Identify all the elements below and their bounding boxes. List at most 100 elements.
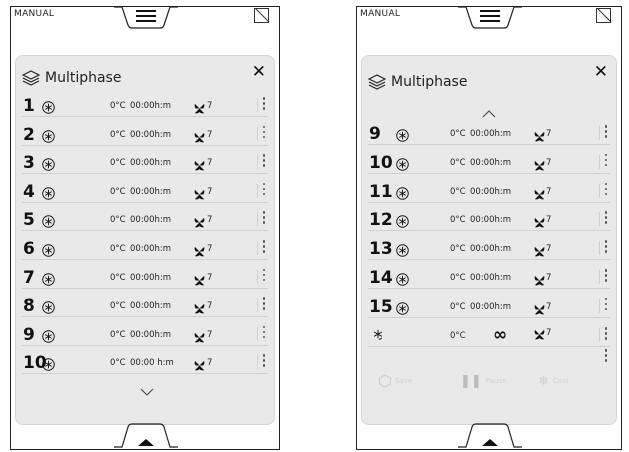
kebab-icon[interactable] — [604, 240, 608, 255]
cool-action-button[interactable]: ❄ Cool — [538, 370, 568, 392]
kebab-icon[interactable] — [604, 182, 608, 198]
phase-temperature: 0°C — [110, 215, 126, 226]
phase-temperature: 0°C — [450, 244, 466, 255]
kebab-icon[interactable] — [604, 349, 608, 364]
kebab-icon[interactable] — [262, 97, 266, 112]
kebab-icon[interactable] — [604, 327, 608, 342]
phase-row[interactable]: 5 0°C 00:00h:m 7 — [22, 208, 268, 232]
fan-speed: 7 — [546, 129, 552, 139]
menu-icon[interactable] — [136, 10, 156, 22]
empty-row — [368, 349, 610, 364]
phase-row[interactable]: 7 0°C 00:00h:m 7 — [22, 266, 268, 289]
fan-speed: 7 — [207, 129, 213, 140]
phase-row[interactable]: 10 0°C 00:00h:m 7 — [368, 151, 610, 174]
phase-temperature: 0°C — [450, 157, 466, 168]
kebab-icon[interactable] — [262, 240, 266, 255]
arrow-up-icon[interactable] — [482, 439, 498, 446]
kebab-icon[interactable] — [604, 153, 608, 169]
phase-row[interactable]: 12 0°C 00:00h:m 7 — [368, 208, 610, 232]
phase-time: 00:00h:m — [470, 186, 512, 197]
fan-icon — [194, 156, 205, 171]
phase-row[interactable]: 14 0°C 00:00h:m 7 — [368, 266, 610, 289]
row-divider — [599, 212, 600, 227]
row-divider — [599, 328, 600, 342]
snowflake-icon — [396, 242, 409, 257]
phase-row[interactable]: 9 0°C 00:00h:m 7 — [368, 122, 610, 145]
phase-time: 00:00h:m — [130, 129, 172, 140]
phase-index: 14 — [369, 268, 393, 288]
pause-action-button[interactable]: ❚❚ Pause — [460, 370, 506, 392]
phase-row[interactable]: 13 0°C 00:00h:m 7 — [368, 237, 610, 261]
fan-speed: 7 — [546, 157, 552, 168]
phase-time: 00:00h:m — [130, 244, 172, 254]
kebab-icon[interactable] — [262, 125, 266, 141]
fan-speed: 7 — [207, 329, 213, 340]
phase-row[interactable]: 10 0°C 00:00 h:m 7 — [22, 351, 268, 375]
save-label: Save — [395, 377, 413, 385]
fan-speed: 7 — [546, 215, 552, 226]
hold-phase-row[interactable]: 0°C ∞ 7 — [368, 324, 610, 347]
phase-index: 9 — [369, 124, 381, 144]
menu-icon[interactable] — [480, 10, 500, 22]
phase-row[interactable]: 15 0°C 00:00h:m 7 — [368, 295, 610, 318]
kebab-icon[interactable] — [262, 268, 266, 284]
kebab-icon[interactable] — [604, 125, 608, 140]
slash-box-icon[interactable] — [254, 8, 269, 23]
phase-temperature: 0°C — [110, 101, 126, 111]
phase-time: 00:00h:m — [470, 215, 512, 226]
chevron-up-icon[interactable] — [482, 110, 496, 118]
phase-time: 00:00h:m — [130, 186, 172, 197]
phase-time: 00:00h:m — [130, 301, 172, 312]
phase-temperature: 0°C — [110, 186, 126, 197]
phase-row[interactable]: 4 0°C 00:00h:m 7 — [22, 180, 268, 203]
kebab-icon[interactable] — [604, 269, 608, 284]
fan-icon — [534, 271, 545, 286]
fan-icon — [534, 156, 545, 171]
phase-index: 11 — [369, 181, 393, 202]
fan-icon — [194, 213, 205, 228]
close-icon[interactable]: ✕ — [594, 62, 608, 82]
arrow-up-icon[interactable] — [138, 439, 154, 446]
save-action-button[interactable]: Save — [378, 370, 412, 392]
kebab-icon[interactable] — [604, 211, 608, 226]
phase-temperature: 0°C — [110, 329, 126, 340]
snowflake-icon — [42, 213, 55, 229]
dialog-header: Multiphase — [22, 68, 121, 88]
kebab-icon[interactable] — [262, 211, 266, 226]
kebab-icon[interactable] — [262, 297, 266, 312]
snowflake-icon — [42, 271, 55, 286]
phase-row[interactable]: 9 0°C 00:00h:m 7 — [22, 323, 268, 346]
close-icon[interactable]: ✕ — [252, 62, 266, 82]
device-screen-right: MANUAL Multiphase ✕ 9 0°C 00:00h:m 7 10 0°C 00… — [356, 6, 622, 450]
snowflake-icon — [396, 300, 409, 315]
phase-row[interactable]: 3 0°C 00:00h:m 7 — [22, 151, 268, 175]
phase-row[interactable]: 1 0°C 00:00h:m 7 — [22, 94, 268, 117]
snowflake-icon: ❄ — [538, 373, 549, 389]
chevron-down-icon[interactable] — [140, 388, 154, 396]
snowflake-icon — [396, 271, 409, 286]
phase-row[interactable]: 2 0°C 00:00h:m 7 — [22, 123, 268, 146]
kebab-icon[interactable] — [262, 182, 266, 198]
fan-speed: 7 — [207, 358, 213, 369]
kebab-icon[interactable] — [262, 154, 266, 169]
slash-box-icon[interactable] — [596, 8, 611, 23]
snowflake-icon — [42, 99, 55, 114]
row-divider — [257, 298, 258, 313]
fan-speed: 7 — [207, 215, 213, 226]
row-divider — [257, 155, 258, 170]
phase-temperature: 0°C — [110, 244, 126, 254]
fan-icon — [534, 329, 545, 340]
phase-temperature: 0°C — [450, 215, 466, 226]
phase-row[interactable]: 8 0°C 00:00h:m 7 — [22, 294, 268, 318]
phase-time: 00:00h:m — [470, 273, 512, 283]
multiphase-dialog: Multiphase ✕ 9 0°C 00:00h:m 7 10 0°C 00:00h:m 7… — [361, 55, 617, 425]
kebab-icon[interactable] — [262, 325, 266, 341]
fan-icon — [534, 300, 545, 315]
kebab-icon[interactable] — [604, 297, 608, 313]
phase-index: 13 — [369, 239, 393, 260]
kebab-icon[interactable] — [262, 354, 266, 369]
phase-row[interactable]: 11 0°C 00:00h:m 7 — [368, 180, 610, 203]
phase-row[interactable]: 6 0°C 00:00h:m 7 — [22, 237, 268, 260]
row-divider — [257, 98, 258, 112]
snowflake-icon — [42, 128, 55, 143]
